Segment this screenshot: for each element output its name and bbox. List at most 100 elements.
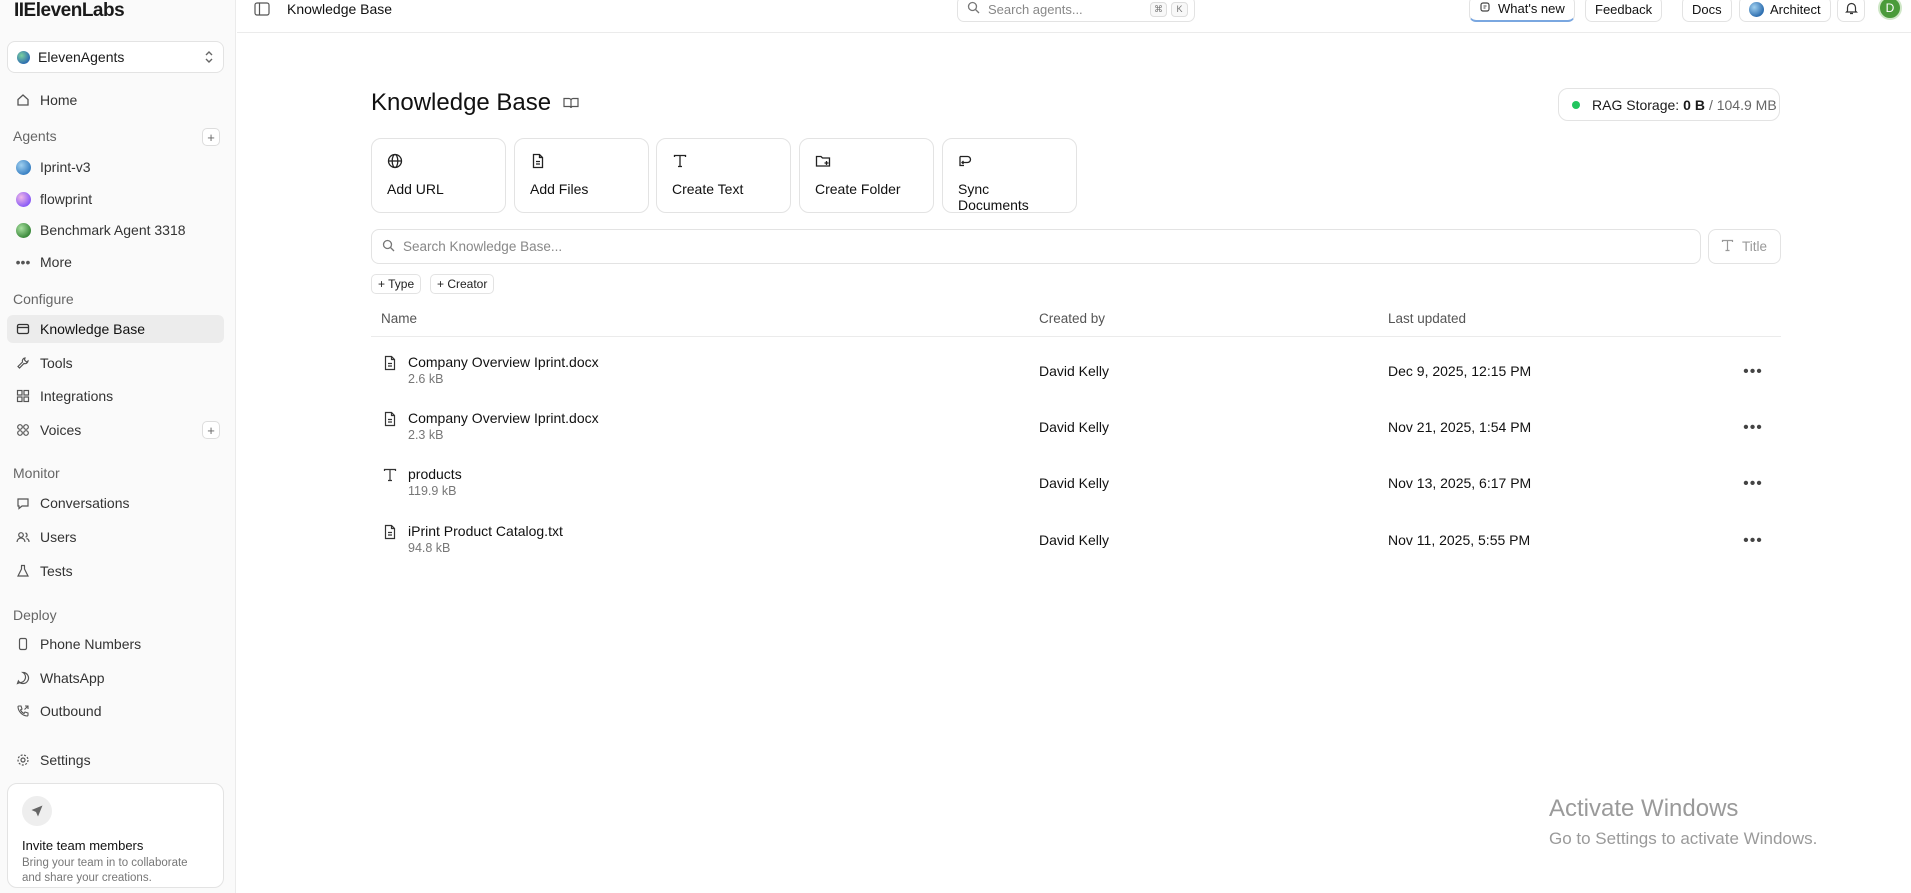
- rag-total: / 104.9 MB: [1708, 96, 1777, 113]
- agent-search-input[interactable]: Search agents... ⌘ K: [957, 0, 1195, 22]
- column-last-updated[interactable]: Last updated: [1388, 311, 1466, 326]
- sidebar-item-conversations[interactable]: Conversations: [7, 489, 224, 517]
- add-url-button[interactable]: Add URL: [371, 138, 506, 213]
- watermark-line-2: Go to Settings to activate Windows.: [1549, 829, 1818, 848]
- status-dot: [1572, 100, 1580, 109]
- more-options-icon[interactable]: •••: [1742, 417, 1764, 439]
- document-size: 2.3 kB: [408, 428, 444, 442]
- users-icon: [15, 529, 31, 545]
- sidebar-item-whatsapp[interactable]: WhatsApp: [7, 664, 224, 692]
- search-placeholder: Search Knowledge Base...: [403, 239, 563, 254]
- sidebar-item-settings[interactable]: Settings: [7, 746, 224, 774]
- notifications-button[interactable]: [1837, 0, 1865, 22]
- workspace-switcher[interactable]: ElevenAgents: [7, 41, 224, 73]
- search-icon: [967, 1, 980, 17]
- more-options-icon[interactable]: •••: [1742, 530, 1764, 552]
- sync-documents-button[interactable]: Sync Documents: [942, 138, 1077, 213]
- rag-label: RAG Storage:: [1592, 96, 1680, 113]
- invite-card[interactable]: Invite team members Bring your team in t…: [7, 783, 224, 888]
- more-options-icon[interactable]: •••: [1742, 473, 1764, 495]
- more-dots-icon: •••: [15, 254, 31, 270]
- document-updated: Nov 13, 2025, 6:17 PM: [1388, 475, 1532, 491]
- table-row[interactable]: Company Overview Iprint.docx 2.3 kB Davi…: [371, 401, 1781, 457]
- create-text-button[interactable]: Create Text: [656, 138, 791, 213]
- sidebar-item-agent-2[interactable]: flowprint: [7, 185, 224, 213]
- sidebar-item-label: WhatsApp: [40, 670, 105, 686]
- sidebar-item-label: Outbound: [40, 703, 102, 719]
- filter-creator-chip[interactable]: + Creator: [430, 274, 495, 294]
- workspace-icon: [17, 50, 30, 64]
- sidebar-item-voices[interactable]: Voices +: [7, 416, 224, 444]
- document-size: 94.8 kB: [408, 541, 451, 555]
- text-icon: [672, 153, 690, 171]
- chat-icon: [15, 495, 31, 511]
- column-name[interactable]: Name: [381, 311, 417, 326]
- sidebar-item-label: Tests: [40, 563, 73, 579]
- sidebar: IIElevenLabs ElevenAgents Home Agents + …: [0, 0, 236, 893]
- sort-title-button[interactable]: Title: [1708, 229, 1781, 264]
- add-voice-button[interactable]: +: [202, 421, 220, 439]
- sidebar-item-integrations[interactable]: Integrations: [7, 382, 224, 410]
- section-deploy: Deploy: [13, 607, 57, 623]
- document-creator: David Kelly: [1039, 532, 1110, 548]
- action-label: Add URL: [387, 181, 444, 197]
- sidebar-item-label: Iprint-v3: [40, 159, 91, 175]
- document-name: Company Overview Iprint.docx: [408, 410, 599, 426]
- file-icon: [530, 153, 548, 171]
- sidebar-item-tools[interactable]: Tools: [7, 349, 224, 377]
- file-icon: [383, 524, 397, 540]
- architect-button[interactable]: Architect: [1739, 0, 1831, 22]
- sidebar-item-more[interactable]: ••• More: [7, 248, 224, 276]
- sidebar-item-label: Voices: [40, 422, 82, 438]
- file-icon: [383, 411, 397, 427]
- book-icon: [15, 321, 31, 337]
- sidebar-item-label: Conversations: [40, 495, 130, 511]
- sidebar-item-label: Users: [40, 529, 77, 545]
- workspace-name: ElevenAgents: [38, 49, 125, 65]
- sidebar-toggle-icon[interactable]: [254, 2, 270, 16]
- table-row[interactable]: products 119.9 kB David Kelly Nov 13, 20…: [371, 457, 1781, 513]
- document-creator: David Kelly: [1039, 419, 1110, 435]
- more-options-icon[interactable]: •••: [1742, 361, 1764, 383]
- text-icon: [1721, 239, 1734, 255]
- sidebar-item-agent-3[interactable]: Benchmark Agent 3318: [7, 216, 224, 244]
- sidebar-item-outbound[interactable]: Outbound: [7, 697, 224, 725]
- book-open-icon[interactable]: [563, 89, 579, 117]
- globe-icon: [387, 153, 405, 171]
- table-row[interactable]: Company Overview Iprint.docx 2.6 kB Davi…: [371, 345, 1781, 401]
- feedback-label: Feedback: [1595, 1, 1653, 17]
- sidebar-item-label: Integrations: [40, 388, 114, 404]
- sidebar-item-tests[interactable]: Tests: [7, 557, 224, 585]
- architect-icon: [1749, 1, 1764, 17]
- create-folder-button[interactable]: Create Folder: [799, 138, 934, 213]
- column-created-by[interactable]: Created by: [1039, 311, 1105, 326]
- breadcrumb: Knowledge Base: [287, 1, 393, 17]
- docs-button[interactable]: Docs: [1682, 0, 1732, 22]
- sidebar-item-users[interactable]: Users: [7, 523, 224, 551]
- document-updated: Nov 11, 2025, 5:55 PM: [1388, 532, 1531, 548]
- feedback-button[interactable]: Feedback: [1585, 0, 1663, 22]
- section-agents: Agents: [13, 128, 57, 144]
- invite-title: Invite team members: [22, 838, 144, 853]
- agent-avatar: [15, 191, 31, 207]
- architect-label: Architect: [1770, 1, 1821, 17]
- elevenlabs-logo[interactable]: IIElevenLabs: [14, 0, 125, 22]
- sidebar-item-knowledge-base[interactable]: Knowledge Base: [7, 315, 224, 343]
- filter-type-chip[interactable]: + Type: [371, 274, 422, 294]
- whats-new-button[interactable]: What's new: [1469, 0, 1575, 22]
- knowledge-base-search-input[interactable]: Search Knowledge Base...: [371, 229, 1701, 264]
- add-files-button[interactable]: Add Files: [514, 138, 649, 213]
- document-size: 2.6 kB: [408, 372, 444, 386]
- table-row[interactable]: iPrint Product Catalog.txt 94.8 kB David…: [371, 514, 1781, 570]
- sidebar-item-phone-numbers[interactable]: Phone Numbers: [7, 630, 224, 658]
- user-avatar[interactable]: D: [1878, 0, 1902, 20]
- action-label: Create Folder: [815, 181, 901, 197]
- add-agent-button[interactable]: +: [202, 128, 220, 146]
- document-name: products: [408, 466, 462, 482]
- send-icon: [22, 796, 52, 826]
- sparkle-icon: [1479, 1, 1491, 16]
- kbd-cmd: ⌘: [1150, 1, 1167, 17]
- sidebar-item-agent-1[interactable]: Iprint-v3: [7, 153, 224, 181]
- wrench-icon: [15, 355, 31, 371]
- sidebar-item-home[interactable]: Home: [7, 86, 224, 114]
